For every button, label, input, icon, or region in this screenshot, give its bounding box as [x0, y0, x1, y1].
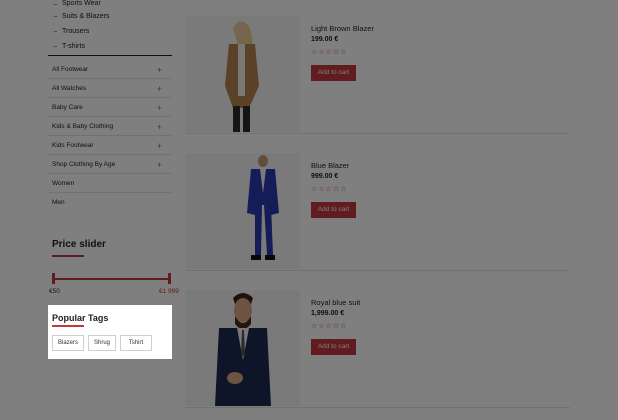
- category-label: Shop Clothing By Age: [52, 161, 116, 168]
- rating-stars-icon: ☆☆☆☆☆: [311, 49, 348, 56]
- subcategory-list: Sports Wear Suits & Blazers Trousers T-s…: [48, 0, 172, 56]
- price-slider-min-handle[interactable]: [52, 273, 55, 284]
- category-label: Kids Footwear: [52, 142, 94, 149]
- category-item-kids-baby-clothing[interactable]: Kids & Baby Clothing +: [48, 117, 172, 136]
- dim-overlay: [0, 305, 48, 420]
- woman-brown-blazer-image: [185, 16, 300, 132]
- category-item-baby-care[interactable]: Baby Care +: [48, 98, 172, 117]
- category-label: All Watches: [52, 85, 87, 92]
- tag-tshirt[interactable]: Tshirt: [120, 335, 152, 351]
- product-image[interactable]: [185, 16, 300, 132]
- title-underline: [52, 325, 84, 327]
- product-image[interactable]: [185, 290, 300, 406]
- category-label: Women: [52, 180, 75, 187]
- category-label: Baby Care: [52, 104, 83, 111]
- expand-icon[interactable]: +: [157, 60, 162, 80]
- subcategory-item[interactable]: Sports Wear: [48, 0, 172, 12]
- rating-stars-icon: ☆☆☆☆☆: [311, 186, 348, 193]
- category-item-men[interactable]: Men: [48, 193, 172, 212]
- tag-blazers[interactable]: Blazers: [52, 335, 84, 351]
- subcategory-item[interactable]: Suits & Blazers: [48, 12, 172, 27]
- expand-icon[interactable]: +: [157, 79, 162, 99]
- category-item-shop-by-age[interactable]: Shop Clothing By Age +: [48, 155, 172, 174]
- price-max-label: €1 999: [159, 288, 179, 295]
- expand-icon[interactable]: +: [157, 155, 162, 175]
- category-item-women[interactable]: Women: [48, 174, 172, 193]
- add-to-cart-button[interactable]: Add to cart: [311, 202, 356, 218]
- price-slider-max-handle[interactable]: [168, 273, 171, 284]
- product-price: 1,999.00 €: [311, 310, 345, 317]
- title-underline: [52, 255, 84, 257]
- subcategory-item[interactable]: Trousers: [48, 27, 172, 42]
- product-image[interactable]: [185, 153, 300, 269]
- category-item-all-watches[interactable]: All Watches +: [48, 79, 172, 98]
- product-card: Blue Blazer 999.00 € ☆☆☆☆☆ Add to cart: [185, 153, 570, 271]
- category-label: Men: [52, 199, 65, 206]
- price-slider-track[interactable]: [54, 278, 169, 280]
- category-label: All Footwear: [52, 66, 89, 73]
- add-to-cart-button[interactable]: Add to cart: [311, 65, 356, 81]
- category-label: Kids & Baby Clothing: [52, 123, 114, 130]
- category-item-all-footwear[interactable]: All Footwear +: [48, 60, 172, 79]
- man-blue-suit-image: [185, 153, 300, 269]
- expand-icon[interactable]: +: [157, 98, 162, 118]
- add-to-cart-button[interactable]: Add to cart: [311, 339, 356, 355]
- category-sidebar: Sports Wear Suits & Blazers Trousers T-s…: [48, 0, 172, 212]
- price-slider-title: Price slider: [52, 239, 106, 250]
- product-card: Light Brown Blazer 199.00 € ☆☆☆☆☆ Add to…: [185, 16, 570, 134]
- price-min-label: €50: [49, 288, 60, 295]
- popular-tags-widget: Popular Tags Blazers Shrug Tshirt: [48, 305, 172, 359]
- product-price: 999.00 €: [311, 173, 339, 180]
- subcategory-item[interactable]: T-shirts: [48, 42, 172, 57]
- popular-tags-title: Popular Tags: [52, 313, 109, 323]
- category-item-kids-footwear[interactable]: Kids Footwear +: [48, 136, 172, 155]
- tag-shrug[interactable]: Shrug: [88, 335, 116, 351]
- product-name[interactable]: Light Brown Blazer: [311, 24, 374, 33]
- expand-icon[interactable]: +: [157, 136, 162, 156]
- man-navy-suit-image: [185, 290, 300, 406]
- dim-overlay: [48, 359, 172, 420]
- product-name[interactable]: Royal blue suit: [311, 298, 360, 307]
- product-card: Royal blue suit 1,999.00 € ☆☆☆☆☆ Add to …: [185, 290, 570, 408]
- expand-icon[interactable]: +: [157, 117, 162, 137]
- rating-stars-icon: ☆☆☆☆☆: [311, 323, 348, 330]
- product-price: 199.00 €: [311, 36, 339, 43]
- product-name[interactable]: Blue Blazer: [311, 161, 349, 170]
